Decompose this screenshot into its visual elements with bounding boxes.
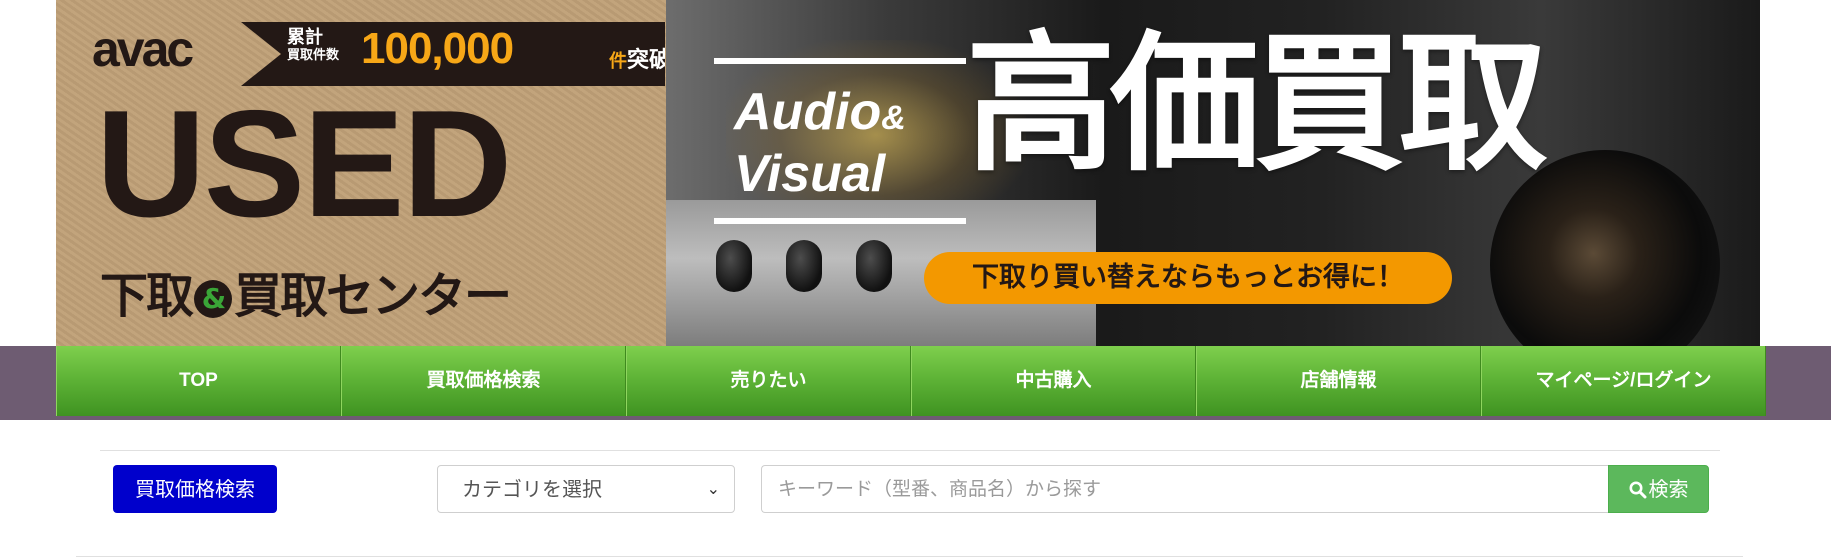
search-icon: [1629, 481, 1646, 499]
divider: [76, 556, 1743, 557]
ribbon-line1: 累計: [287, 27, 323, 47]
search-button[interactable]: 検索: [1608, 465, 1709, 513]
audio-amp: &: [881, 99, 906, 137]
tradein-pill: 下取り買い替えならもっとお得に！: [924, 252, 1452, 304]
nav-item-mypage-login[interactable]: マイページ/ログイン: [1481, 346, 1766, 416]
ribbon-unit: 件: [609, 51, 627, 71]
audio-visual-text: Audio& Visual: [734, 84, 906, 202]
keyword-placeholder: キーワード（型番、商品名）から探す: [778, 478, 1102, 500]
category-select-value: カテゴリを選択: [462, 477, 602, 501]
divider-line: [714, 218, 966, 224]
svg-text:avac: avac: [92, 22, 193, 76]
banner-photo-panel: Audio& Visual 高価買取 下取り買い替えならもっとお得に！: [666, 0, 1760, 346]
divider-line: [714, 58, 966, 64]
ribbon-line2: 買取件数: [287, 46, 340, 62]
center-heading: 下取 & 買取センター: [100, 256, 512, 326]
amplifier-knob: [856, 240, 892, 292]
visual-word: Visual: [734, 145, 886, 203]
amplifier-knob: [786, 240, 822, 292]
audio-word: Audio: [734, 83, 882, 141]
chevron-down-icon: ⌄: [706, 479, 720, 498]
center-left-text: 下取: [100, 268, 194, 324]
amplifier-knob: [716, 240, 752, 292]
center-right-text: 買取センター: [234, 268, 512, 324]
ribbon-count: 100,000: [361, 24, 514, 73]
global-nav: TOP 買取価格検索 売りたい 中古購入 店舗情報 マイページ/ログイン: [56, 346, 1766, 416]
nav-item-sell[interactable]: 売りたい: [626, 346, 911, 416]
category-select[interactable]: カテゴリを選択 ⌄: [437, 465, 735, 513]
nav-item-store-info[interactable]: 店舗情報: [1196, 346, 1481, 416]
banner-left-panel: avac 累計 買取件数 100,000 件突破！ USED 下取 & 買取センター: [56, 0, 666, 346]
divider: [100, 450, 1720, 451]
keyword-search-input[interactable]: キーワード（型番、商品名）から探す: [761, 465, 1609, 513]
avac-logo: avac: [92, 22, 196, 76]
price-search-label: 買取価格検索: [113, 465, 277, 513]
used-heading: USED: [96, 79, 512, 249]
high-price-purchase-title: 高価買取: [966, 18, 1548, 192]
ampersand-badge: &: [194, 280, 233, 318]
search-button-label: 検索: [1648, 477, 1689, 501]
purchase-count-ribbon: 累計 買取件数 100,000 件突破！: [241, 22, 665, 86]
nav-item-used-purchase[interactable]: 中古購入: [911, 346, 1196, 416]
hero-banner: avac 累計 買取件数 100,000 件突破！ USED 下取 & 買取センター…: [56, 0, 1760, 346]
nav-item-top[interactable]: TOP: [56, 346, 341, 416]
nav-item-price-search[interactable]: 買取価格検索: [341, 346, 626, 416]
